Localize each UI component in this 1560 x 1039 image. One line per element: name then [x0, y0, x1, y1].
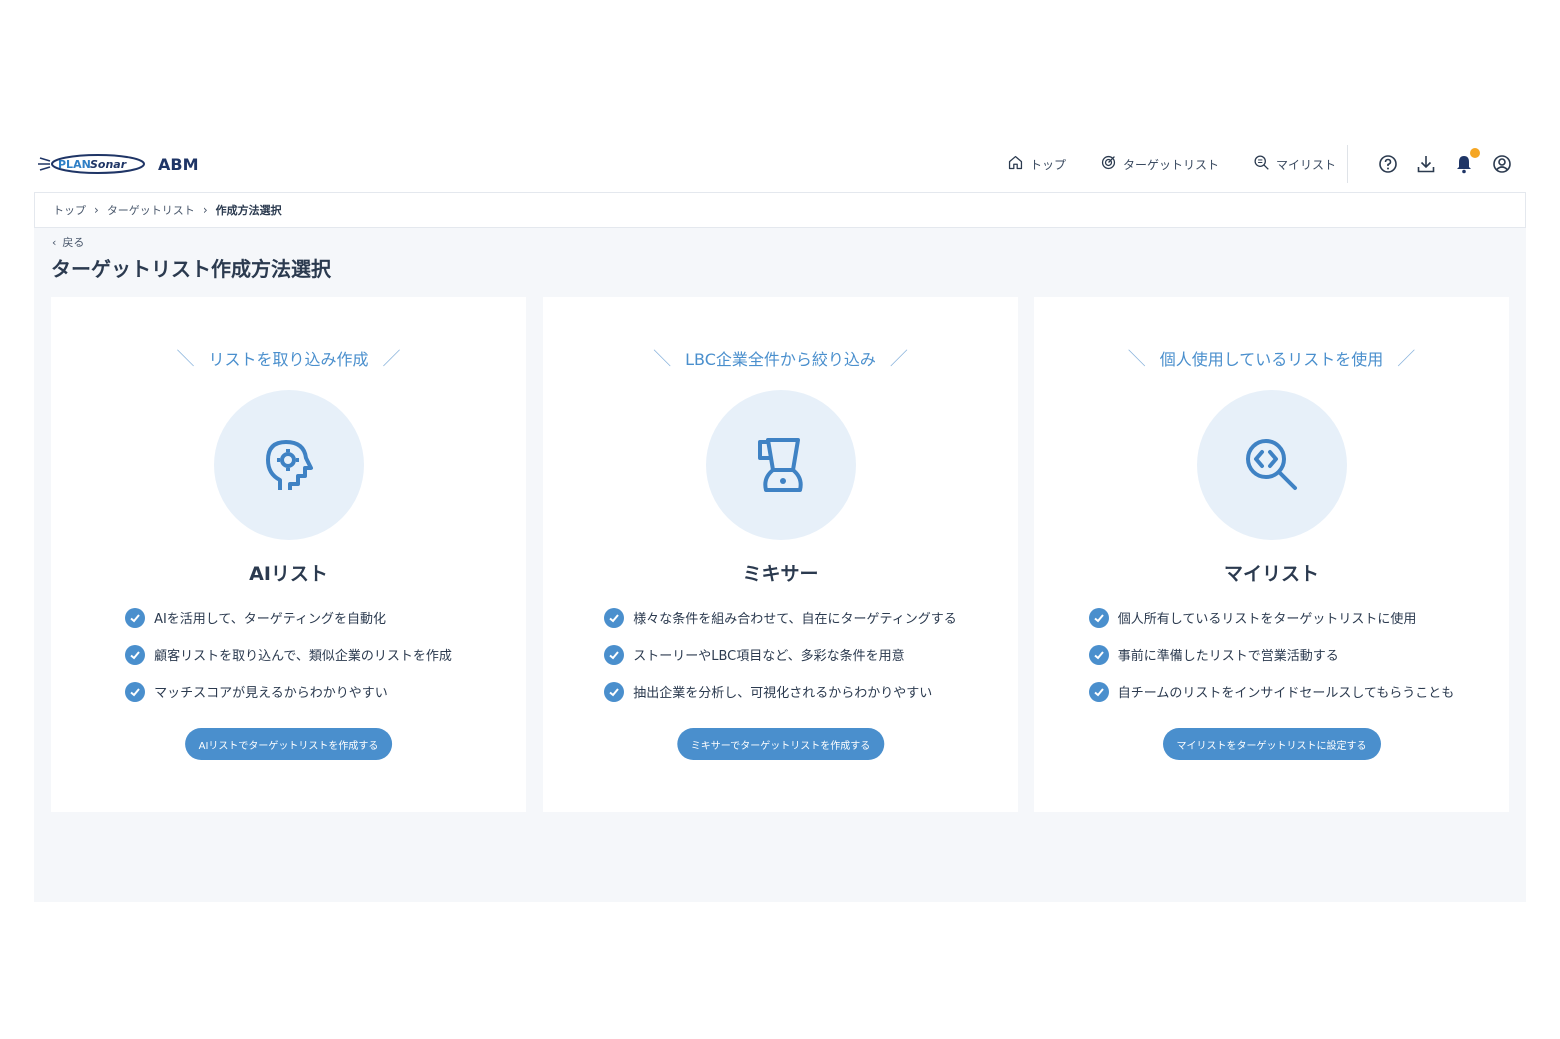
card-tagline: ＼ 個人使用しているリストを使用 ／ — [1034, 345, 1509, 371]
feature-item: 顧客リストを取り込んで、類似企業のリストを作成 — [125, 636, 452, 673]
feature-text: 様々な条件を組み合わせて、自在にターゲティングする — [633, 612, 957, 627]
card-title: ミキサー — [742, 563, 819, 585]
card-tagline: ＼ LBC企業全件から絞り込み ／ — [543, 345, 1018, 371]
chevron-right-icon: › — [94, 203, 99, 217]
tagline-text: 個人使用しているリストを使用 — [1159, 350, 1384, 369]
nav-item-my-list[interactable]: マイリスト — [1253, 154, 1336, 174]
set-my-list-button[interactable]: マイリストをターゲットリストに設定する — [1162, 728, 1381, 760]
nav-label: ターゲットリスト — [1122, 157, 1219, 172]
feature-text: AIを活用して、ターゲティングを自動化 — [154, 612, 386, 627]
feature-list: 個人所有しているリストをターゲットリストに使用 事前に準備したリストで営業活動す… — [1034, 599, 1509, 710]
check-icon — [125, 644, 146, 665]
breadcrumb-target-list[interactable]: ターゲットリスト — [107, 202, 195, 218]
create-ai-list-button[interactable]: AIリストでターゲットリストを作成する — [184, 728, 393, 760]
page-title: ターゲットリスト作成方法選択 — [51, 257, 331, 281]
top-header: PLAN Sonar ABM トップ ターゲットリスト マイリスト — [34, 135, 1526, 193]
feature-list: 様々な条件を組み合わせて、自在にターゲティングする ストーリーやLBC項目など、… — [543, 599, 1018, 710]
check-icon — [604, 644, 625, 665]
card-title: マイリスト — [1223, 563, 1319, 585]
check-icon — [125, 681, 146, 702]
feature-item: AIを活用して、ターゲティングを自動化 — [125, 599, 452, 636]
target-icon — [1100, 154, 1117, 174]
tagline-decoration: ／ — [1397, 349, 1416, 370]
breadcrumb-current: 作成方法選択 — [215, 204, 282, 217]
check-icon — [604, 681, 625, 702]
feature-item: 抽出企業を分析し、可視化されるからわかりやすい — [604, 673, 957, 710]
help-icon[interactable] — [1378, 154, 1398, 174]
feature-list: AIを活用して、ターゲティングを自動化 顧客リストを取り込んで、類似企業のリスト… — [51, 599, 526, 710]
card-title: AIリスト — [249, 563, 328, 585]
home-icon — [1007, 154, 1024, 174]
tagline-text: LBC企業全件から絞り込み — [685, 350, 876, 369]
bell-icon[interactable] — [1454, 148, 1480, 174]
user-icon[interactable] — [1492, 154, 1512, 174]
check-icon — [1088, 644, 1109, 665]
tagline-decoration: ＼ — [176, 349, 195, 370]
breadcrumb-top[interactable]: トップ — [53, 202, 86, 218]
check-icon — [125, 607, 146, 628]
plansonar-logo: PLAN Sonar — [38, 149, 148, 179]
nav-divider — [1347, 145, 1348, 183]
tagline-decoration: ＼ — [653, 349, 672, 370]
tagline-decoration: ／ — [889, 349, 908, 370]
header-tools — [1378, 135, 1512, 193]
card-ai-list: ＼ リストを取り込み作成 ／ AIリスト AIを活用して、ターゲティングを自動化 顧… — [51, 297, 526, 812]
ai-head-icon — [213, 390, 364, 540]
notification-badge — [1470, 148, 1480, 158]
svg-text:Sonar: Sonar — [90, 158, 127, 171]
tagline-decoration: ／ — [382, 349, 401, 370]
feature-item: ストーリーやLBC項目など、多彩な条件を用意 — [604, 636, 957, 673]
check-icon — [1088, 681, 1109, 702]
feature-text: マッチスコアが見えるからわかりやすい — [154, 686, 388, 701]
back-label: 戻る — [62, 236, 85, 249]
card-tagline: ＼ リストを取り込み作成 ／ — [51, 345, 526, 371]
feature-text: 顧客リストを取り込んで、類似企業のリストを作成 — [154, 649, 452, 664]
create-mixer-list-button[interactable]: ミキサーでターゲットリストを作成する — [676, 728, 885, 760]
code-search-icon — [1196, 390, 1347, 540]
card-my-list: ＼ 個人使用しているリストを使用 ／ マイリスト 個人所有しているリストをターゲット… — [1034, 297, 1509, 812]
download-icon[interactable] — [1416, 154, 1436, 174]
check-icon — [604, 607, 625, 628]
nav-item-top[interactable]: トップ — [1007, 154, 1066, 174]
feature-item: マッチスコアが見えるからわかりやすい — [125, 673, 452, 710]
feature-text: ストーリーやLBC項目など、多彩な条件を用意 — [633, 649, 905, 664]
feature-text: 個人所有しているリストをターゲットリストに使用 — [1117, 612, 1417, 627]
card-mixer: ＼ LBC企業全件から絞り込み ／ ミキサー 様々な条件を組み合わせて、自在にターゲ… — [543, 297, 1018, 812]
feature-text: 抽出企業を分析し、可視化されるからわかりやすい — [633, 686, 933, 701]
main-nav: トップ ターゲットリスト マイリスト — [973, 135, 1336, 193]
chevron-right-icon: › — [202, 203, 208, 217]
nav-label: マイリスト — [1275, 157, 1336, 172]
app-name: ABM — [158, 154, 199, 174]
check-icon — [1088, 607, 1109, 628]
breadcrumb: トップ › ターゲットリスト › 作成方法選択 — [34, 192, 1526, 228]
logo[interactable]: PLAN Sonar ABM — [38, 149, 199, 179]
chevron-left-icon: ‹ — [52, 235, 57, 249]
blender-icon — [705, 390, 856, 540]
nav-label: トップ — [1029, 157, 1066, 172]
feature-item: 事前に準備したリストで営業活動する — [1088, 636, 1455, 673]
search-list-icon — [1253, 154, 1270, 174]
feature-text: 事前に準備したリストで営業活動する — [1117, 649, 1339, 664]
feature-item: 個人所有しているリストをターゲットリストに使用 — [1088, 599, 1455, 636]
back-link[interactable]: ‹ 戻る — [52, 234, 84, 250]
feature-text: 自チームのリストをインサイドセールスしてもらうことも — [1117, 686, 1455, 701]
app-container: PLAN Sonar ABM トップ ターゲットリスト マイリスト トップ › … — [34, 135, 1526, 902]
tagline-decoration: ＼ — [1127, 349, 1146, 370]
svg-text:PLAN: PLAN — [58, 158, 91, 171]
nav-item-target-list[interactable]: ターゲットリスト — [1100, 154, 1219, 174]
tagline-text: リストを取り込み作成 — [208, 350, 369, 369]
feature-item: 自チームのリストをインサイドセールスしてもらうことも — [1088, 673, 1455, 710]
feature-item: 様々な条件を組み合わせて、自在にターゲティングする — [604, 599, 957, 636]
